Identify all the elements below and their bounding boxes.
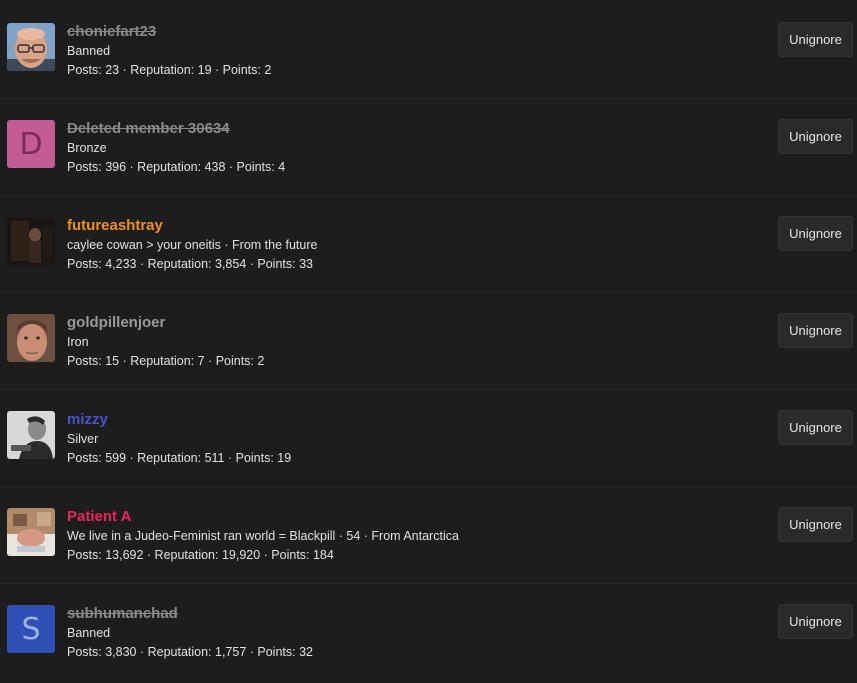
user-stats: Posts: 599 · Reputation: 511 · Points: 1… [67, 451, 292, 465]
avatar[interactable] [7, 23, 55, 71]
member-row: goldpillenjoer Iron Posts: 15 · Reputati… [0, 293, 857, 390]
member-row: Patient A We live in a Judeo-Feminist ra… [0, 487, 857, 584]
username[interactable]: Deleted member 30634 [67, 119, 737, 139]
user-stats: Posts: 396 · Reputation: 438 · Points: 4 [67, 160, 286, 174]
user-title: Bronze [67, 141, 107, 155]
ignored-members-list: choniefart23 Banned Posts: 23 · Reputati… [0, 0, 857, 683]
unignore-button[interactable]: Unignore [778, 410, 853, 445]
avatar[interactable] [7, 217, 55, 265]
avatar[interactable]: D [7, 120, 55, 168]
username[interactable]: choniefart23 [67, 22, 737, 42]
user-stats: Posts: 4,233 · Reputation: 3,854 · Point… [67, 257, 313, 271]
member-row: D Deleted member 30634 Bronze Posts: 396… [0, 99, 857, 196]
user-stats: Posts: 23 · Reputation: 19 · Points: 2 [67, 63, 272, 77]
user-stats: Posts: 3,830 · Reputation: 1,757 · Point… [67, 645, 313, 659]
user-title: Banned [67, 44, 111, 58]
member-info: Deleted member 30634 Bronze Posts: 396 ·… [67, 119, 737, 177]
username[interactable]: goldpillenjoer [67, 313, 737, 333]
member-row: mizzy Silver Posts: 599 · Reputation: 51… [0, 390, 857, 487]
member-info: Patient A We live in a Judeo-Feminist ra… [67, 507, 737, 565]
user-title: Iron [67, 335, 89, 349]
avatar-letter: S [21, 611, 41, 647]
unignore-button[interactable]: Unignore [778, 216, 853, 251]
user-title: We live in a Judeo-Feminist ran world = … [67, 529, 459, 543]
member-info: futureashtray caylee cowan > your oneiti… [67, 216, 737, 274]
member-row: choniefart23 Banned Posts: 23 · Reputati… [0, 2, 857, 99]
member-info: mizzy Silver Posts: 599 · Reputation: 51… [67, 410, 737, 468]
unignore-button[interactable]: Unignore [778, 313, 853, 348]
user-title: caylee cowan > your oneitis · From the f… [67, 238, 318, 252]
user-stats: Posts: 15 · Reputation: 7 · Points: 2 [67, 354, 265, 368]
username[interactable]: mizzy [67, 410, 737, 430]
unignore-button[interactable]: Unignore [778, 22, 853, 57]
user-title: Silver [67, 432, 99, 446]
avatar[interactable] [7, 508, 55, 556]
member-info: subhumanchad Banned Posts: 3,830 · Reput… [67, 604, 737, 662]
unignore-button[interactable]: Unignore [778, 604, 853, 639]
member-info: choniefart23 Banned Posts: 23 · Reputati… [67, 22, 737, 80]
user-title: Banned [67, 626, 111, 640]
avatar[interactable] [7, 314, 55, 362]
avatar[interactable] [7, 411, 55, 459]
unignore-button[interactable]: Unignore [778, 119, 853, 154]
unignore-button[interactable]: Unignore [778, 507, 853, 542]
member-info: goldpillenjoer Iron Posts: 15 · Reputati… [67, 313, 737, 371]
member-row: S subhumanchad Banned Posts: 3,830 · Rep… [0, 584, 857, 681]
username[interactable]: Patient A [67, 507, 737, 527]
avatar[interactable]: S [7, 605, 55, 653]
username[interactable]: futureashtray [67, 216, 737, 236]
member-row: futureashtray caylee cowan > your oneiti… [0, 196, 857, 293]
username[interactable]: subhumanchad [67, 604, 737, 624]
avatar-letter: D [19, 126, 43, 162]
user-stats: Posts: 13,692 · Reputation: 19,920 · Poi… [67, 548, 334, 562]
